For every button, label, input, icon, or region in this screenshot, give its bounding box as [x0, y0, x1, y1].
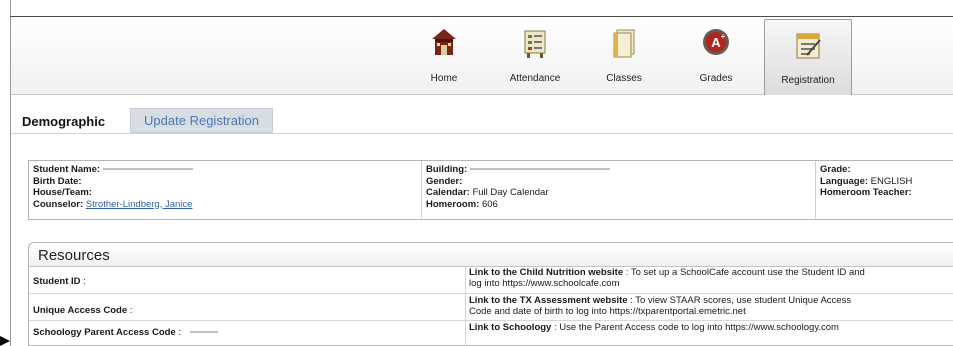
nav-attendance[interactable]: Attendance — [500, 17, 570, 95]
redacted-value — [189, 331, 218, 334]
nav-attendance-label: Attendance — [509, 73, 561, 84]
nav-grades[interactable]: A + Grades — [681, 17, 751, 95]
homeroom-label: Homeroom: — [426, 198, 480, 210]
homeroom-value: 606 — [481, 198, 498, 210]
tab-update-registration[interactable]: Update Registration — [130, 108, 273, 133]
classes-icon — [613, 29, 635, 58]
resource-row-student-id: Student ID : Link to the Child Nutrition… — [29, 267, 953, 293]
grade-label: Grade: — [820, 164, 851, 175]
schoology-link[interactable]: Link to Schoology — [469, 322, 551, 333]
tx-assessment-desc-2: Code and date of birth to log into https… — [469, 306, 746, 317]
nav-registration[interactable]: Registration — [764, 19, 852, 95]
homeroom-row: Homeroom: 606 — [426, 199, 610, 211]
counselor-label: Counselor: — [33, 198, 84, 210]
house-team-row: House/Team: — [33, 187, 193, 199]
grades-icon: A + — [703, 29, 729, 55]
nav-registration-label: Registration — [781, 75, 835, 86]
schoology-desc: : Use the Parent Access code to log into… — [551, 322, 839, 333]
tx-assessment-link[interactable]: Link to the TX Assessment website — [469, 295, 628, 306]
gender-row: Gender: — [426, 176, 610, 188]
calendar-row: Calendar: Full Day Calendar — [426, 187, 610, 199]
tx-assessment-text: Link to the TX Assessment website : To v… — [469, 295, 953, 317]
calendar-value: Full Day Calendar — [472, 187, 549, 198]
language-row: Language: ENGLISH — [820, 176, 912, 188]
schoology-text: Link to Schoology : Use the Parent Acces… — [469, 322, 953, 333]
column-divider — [421, 161, 422, 219]
tab-demographic[interactable]: Demographic — [22, 114, 105, 129]
child-nutrition-link[interactable]: Link to the Child Nutrition website — [469, 267, 623, 278]
resources-title: Resources — [38, 247, 110, 264]
home-icon — [432, 29, 456, 55]
student-name-row: Student Name: — [33, 164, 193, 176]
child-nutrition-desc: : To set up a SchoolCafe account use the… — [623, 267, 865, 278]
top-navigation: Home Attendance Classes A + Grades Regis… — [11, 17, 953, 95]
redacted-value — [469, 168, 610, 171]
nav-classes[interactable]: Classes — [589, 17, 659, 95]
gender-label: Gender: — [426, 175, 463, 187]
student-info-column-3: Grade: Language: ENGLISH Homeroom Teache… — [820, 164, 912, 199]
tab-divider — [11, 133, 953, 134]
child-nutrition-text: Link to the Child Nutrition website : To… — [469, 267, 953, 289]
resource-row-schoology: Schoology Parent Access Code : Link to S… — [29, 320, 953, 346]
grade-row: Grade: — [820, 164, 912, 176]
schoology-code-label: Schoology Parent Access Code : — [33, 327, 218, 338]
student-id-label: Student ID : — [33, 276, 86, 287]
building-row: Building: — [426, 164, 610, 176]
nav-classes-label: Classes — [606, 73, 642, 84]
student-name-label: Student Name: — [33, 164, 101, 175]
counselor-link[interactable]: Strother-Lindberg, Janice — [86, 199, 193, 210]
column-divider — [815, 161, 816, 219]
building-label: Building: — [426, 164, 468, 175]
student-info-column-2: Building: Gender: Calendar: Full Day Cal… — [426, 164, 610, 210]
nav-home-label: Home — [430, 73, 458, 84]
student-id-label-text: Student ID — [33, 276, 81, 287]
house-team-label: House/Team: — [33, 187, 92, 198]
resources-panel: Resources Student ID : Link to the Child… — [28, 242, 953, 346]
unique-access-code-label-text: Unique Access Code — [33, 305, 128, 316]
homeroom-teacher-row: Homeroom Teacher: — [820, 187, 912, 199]
schoology-code-label-text: Schoology Parent Access Code — [33, 327, 176, 338]
resource-row-unique-access: Unique Access Code : Link to the TX Asse… — [29, 293, 953, 320]
calendar-label: Calendar: — [426, 187, 470, 198]
svg-text:+: + — [721, 32, 726, 41]
pointer-arrow-icon — [0, 336, 10, 346]
nav-home[interactable]: Home — [409, 17, 479, 95]
resources-header: Resources — [29, 243, 953, 267]
redacted-value — [102, 168, 193, 171]
counselor-row: Counselor: Strother-Lindberg, Janice — [33, 199, 193, 211]
student-info-column-1: Student Name: Birth Date: House/Team: Co… — [33, 164, 193, 210]
homeroom-teacher-label: Homeroom Teacher: — [820, 187, 912, 198]
nav-grades-label: Grades — [699, 73, 733, 84]
attendance-icon — [524, 30, 546, 58]
language-value: ENGLISH — [870, 175, 913, 187]
child-nutrition-desc-2: log into https://www.schoolcafe.com — [469, 278, 620, 289]
birth-date-row: Birth Date: — [33, 176, 193, 188]
tx-assessment-desc: : To view STAAR scores, use student Uniq… — [627, 295, 852, 306]
registration-icon — [796, 33, 821, 59]
unique-access-code-label: Unique Access Code : — [33, 305, 133, 316]
birth-date-label: Birth Date: — [33, 175, 82, 187]
language-label: Language: — [820, 175, 869, 187]
student-info-box: Student Name: Birth Date: House/Team: Co… — [28, 160, 953, 220]
